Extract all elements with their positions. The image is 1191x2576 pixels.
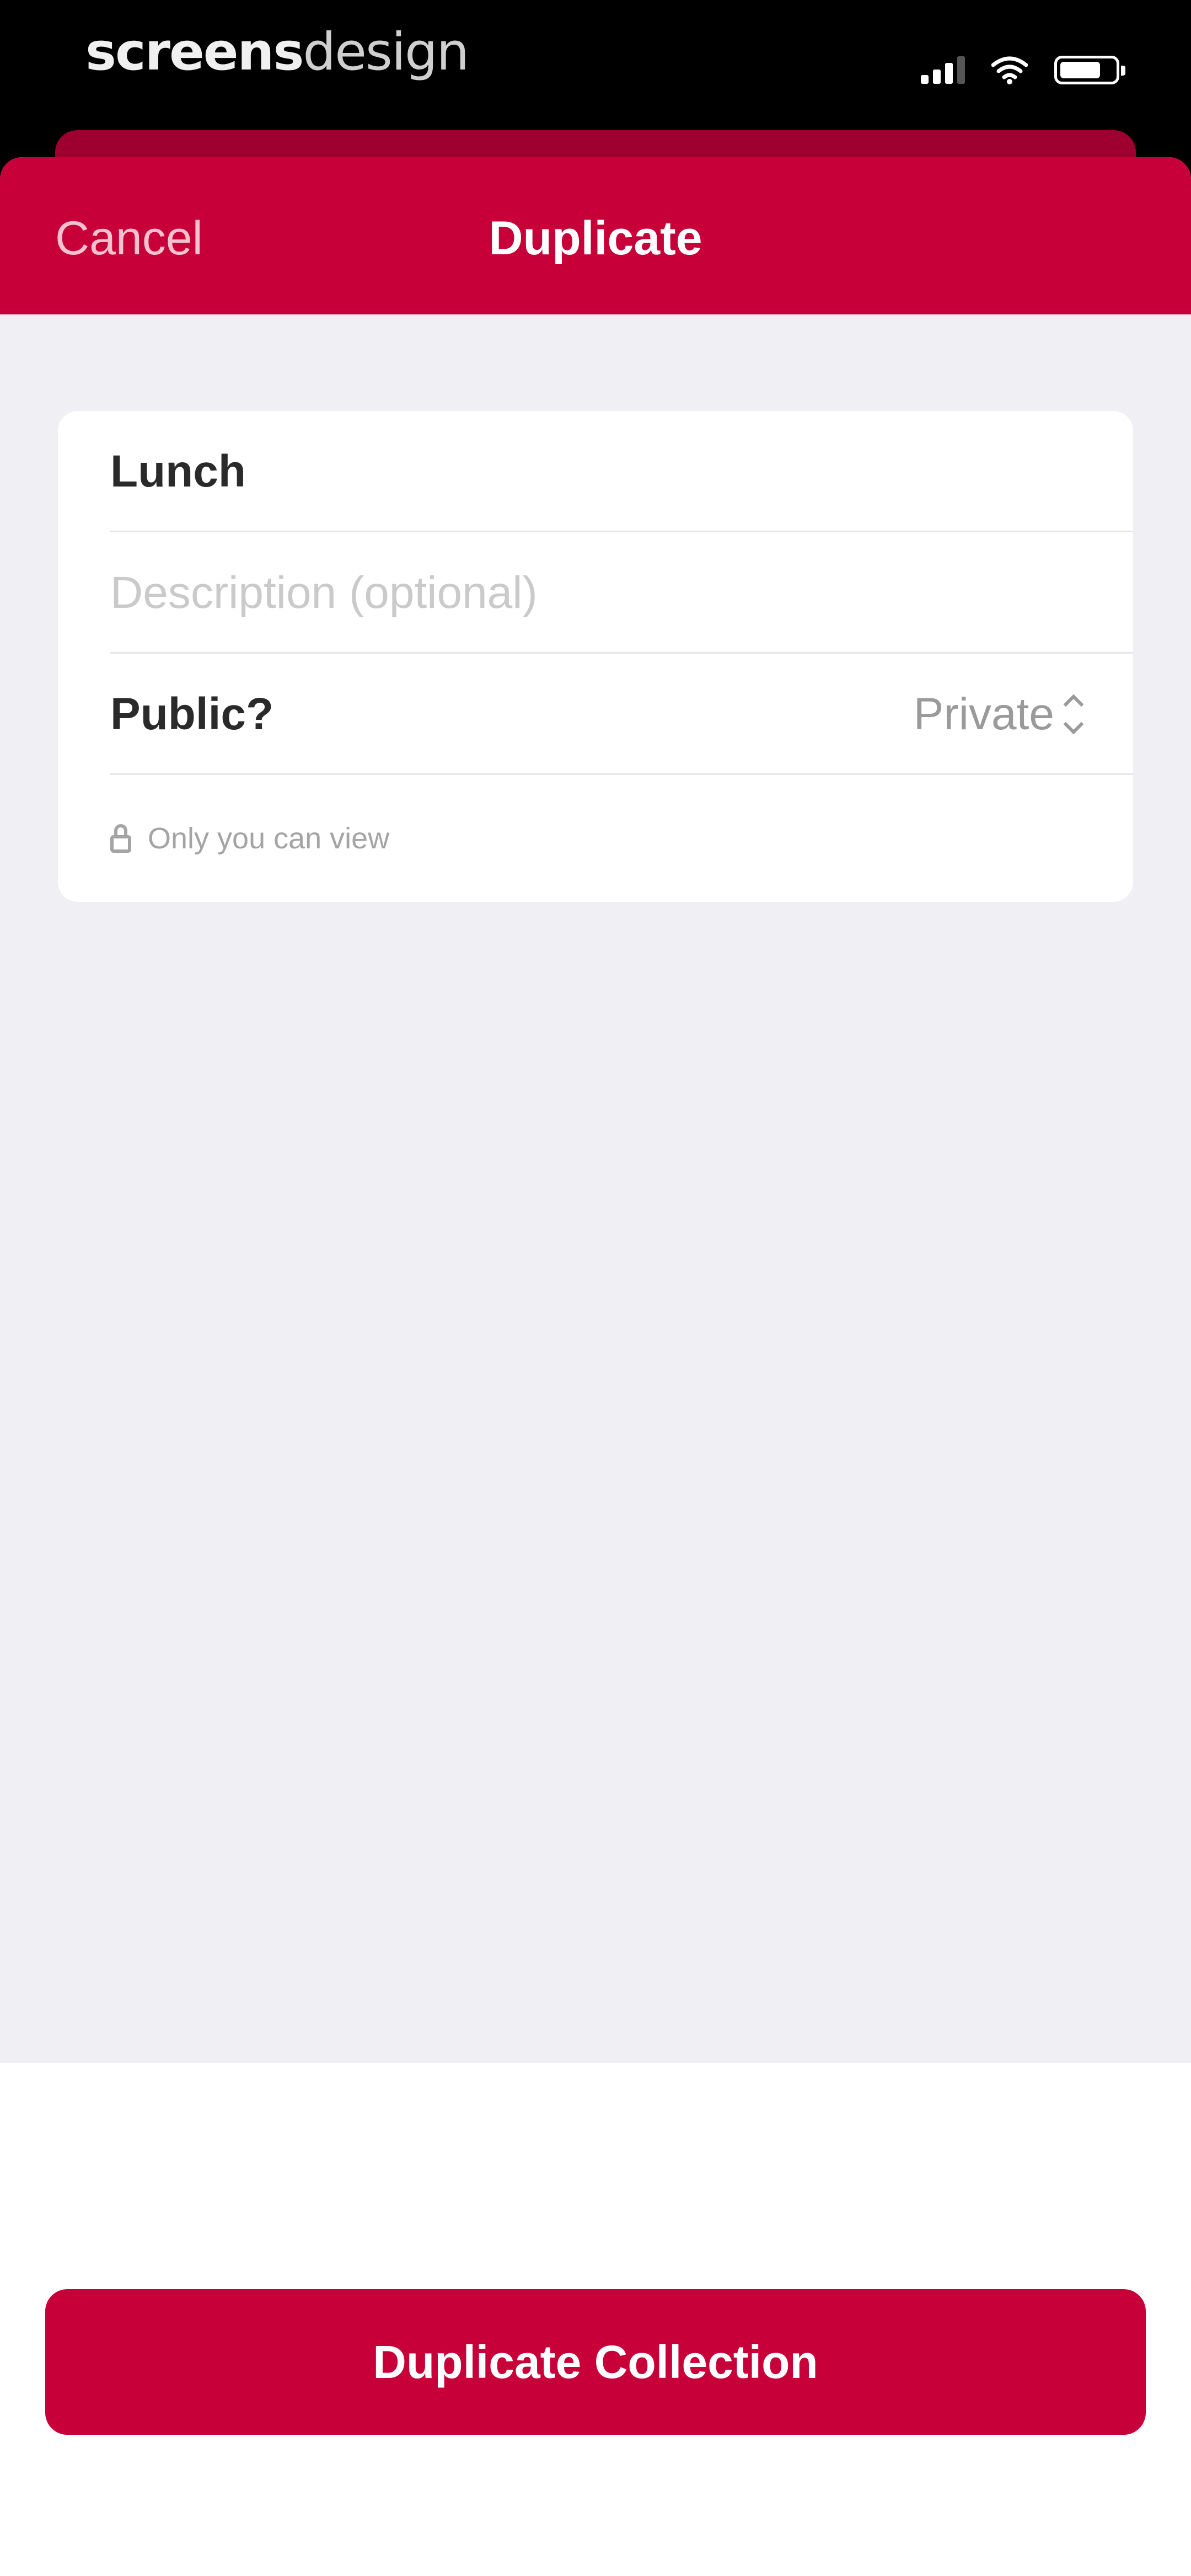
privacy-value: Private [913,689,1054,739]
watermark-light: design [303,22,469,82]
privacy-hint-text: Only you can view [148,822,390,855]
privacy-select[interactable]: Private [913,654,1084,775]
signal-icon [921,56,965,84]
battery-icon [1054,56,1125,84]
watermark-bold: screens [85,22,304,82]
watermark-logo: screensdesign [85,22,469,82]
status-icons [921,51,1125,89]
public-row: Public? Private [110,654,1133,775]
description-field[interactable] [110,532,1048,654]
navigation-bar: Cancel Duplicate [0,157,1191,314]
name-row [110,411,1133,532]
lock-icon [110,824,131,853]
description-row [110,532,1133,654]
public-label: Public? [110,689,274,739]
wifi-icon [991,56,1028,84]
privacy-hint: Only you can view [110,775,389,902]
chevron-updown-icon [1063,694,1084,735]
duplicate-collection-button[interactable]: Duplicate Collection [45,2289,1146,2435]
page-title: Duplicate [489,212,702,265]
collection-form-card: Public? Private Only you can view [58,411,1133,902]
collection-name-field[interactable] [110,411,1048,532]
